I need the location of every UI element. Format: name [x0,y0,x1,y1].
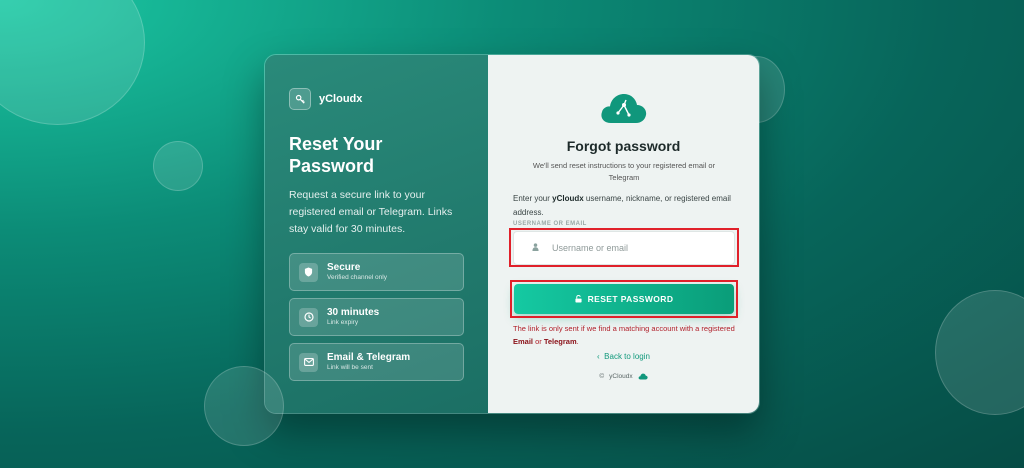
back-to-login-link[interactable]: ‹ Back to login [488,352,759,361]
cloud-logo-icon [601,94,647,123]
clock-icon [299,307,318,327]
panel-description: Request a secure link to your registered… [289,189,453,235]
feature-subtitle: Link will be sent [327,364,373,371]
decorative-bubble [935,290,1024,415]
cloud-icon [638,373,648,380]
instruction-text: Enter your yCloudx username, nickname, o… [513,194,731,217]
field-label: USERNAME OR EMAIL [513,221,587,227]
highlight-box [509,228,739,267]
feature-subtitle: Link expiry [327,319,359,326]
feature-title: 30 minutes [327,307,380,318]
decorative-bubble [153,141,203,191]
chevron-left-icon: ‹ [597,352,600,361]
feature-secure: Secure Verified channel only [289,253,464,291]
form-title: Forgot password [566,138,681,154]
decorative-bubble [0,0,145,125]
back-label: Back to login [604,352,650,361]
feature-title: Email & Telegram [327,352,411,363]
key-icon [289,88,311,110]
instruction-brand: yCloudx [552,194,584,203]
decorative-bubble [204,366,284,446]
brand: yCloudx [289,88,464,110]
reset-password-card: yCloudx Reset Your Password Request a se… [264,54,760,414]
brand-name: yCloudx [319,93,363,105]
highlight-box [510,280,738,318]
footer-brand: yCloudx [609,373,633,380]
copyright-symbol: © [599,373,605,380]
shield-icon [299,262,318,282]
feature-title: Secure [327,262,361,273]
panel-heading: Reset Your Password [289,134,383,176]
feature-subtitle: Verified channel only [327,274,387,281]
mail-icon [299,352,318,372]
form-subtitle: We'll send reset instructions to your re… [532,161,716,182]
note-telegram: Telegram [543,337,577,346]
footer: © yCloudx [488,373,759,380]
account-notice: The link is only sent if we find a match… [513,324,735,346]
feature-channels: Email & Telegram Link will be sent [289,343,464,381]
info-panel: yCloudx Reset Your Password Request a se… [265,55,488,413]
form-panel: Forgot password We'll send reset instruc… [488,55,759,413]
note-email: Email [513,337,534,346]
feature-expiry: 30 minutes Link expiry [289,298,464,336]
